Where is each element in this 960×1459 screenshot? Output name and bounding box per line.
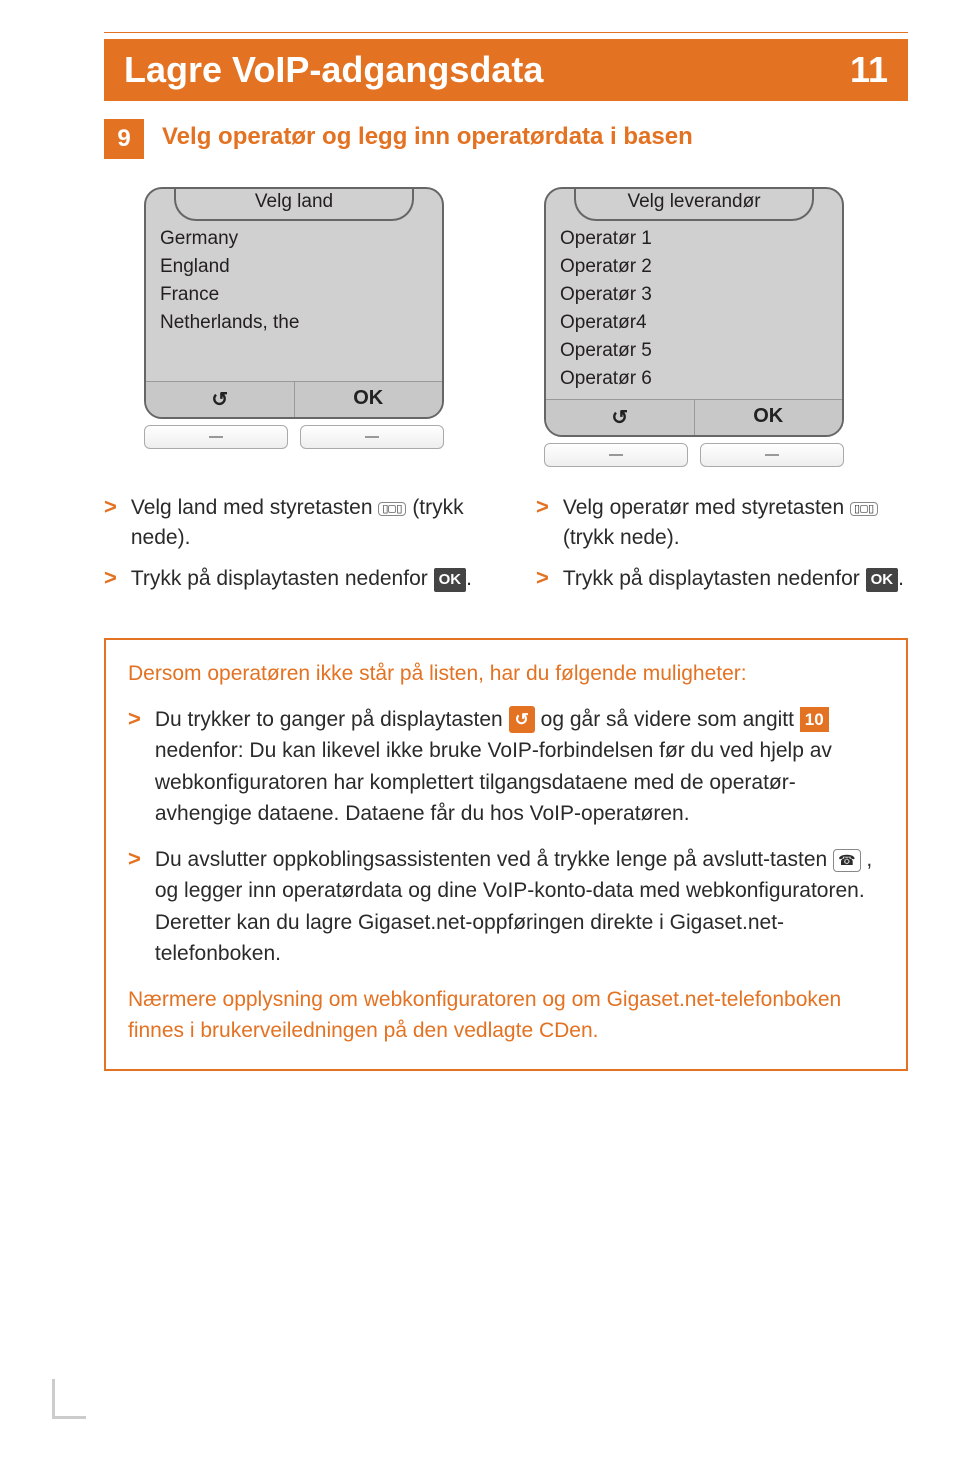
hangup-key-icon: ☎ — [833, 849, 860, 872]
text: (trykk nede). — [563, 526, 680, 549]
text: nedenfor: Du kan likevel ikke bruke VoIP… — [155, 739, 832, 825]
list-item: Operatør 3 — [560, 281, 828, 309]
nav-key-icon: ▯▯ — [850, 502, 878, 516]
instruction-text: Velg operatør med styretasten ▯▯ (trykk … — [563, 493, 908, 554]
phone-left-screen: Velg land Germany England France Netherl… — [144, 187, 444, 419]
instruction-item: > Velg operatør med styretasten ▯▯ (tryk… — [536, 493, 908, 554]
instructions-row: > Velg land med styretasten ▯▯ (trykk ne… — [104, 493, 908, 604]
phones-row: Velg land Germany England France Netherl… — [144, 187, 908, 467]
bullet-icon: > — [128, 844, 141, 970]
instruction-item: > Velg land med styretasten ▯▯ (trykk ne… — [104, 493, 476, 554]
list-item: Operatør4 — [560, 309, 828, 337]
crop-mark-icon — [52, 1379, 86, 1419]
text: Du avslutter oppkoblingsassistenten ved … — [155, 848, 833, 871]
text: . — [466, 567, 472, 590]
info-closing: Nærmere opplysning om webkonfiguratoren … — [128, 984, 884, 1047]
phone-left-softkeys: ↺ OK — [146, 381, 442, 417]
instruction-text: Trykk på displaytasten nedenfor OK. — [563, 564, 904, 594]
nav-key-icon: ▯▯ — [378, 502, 406, 516]
text: Velg operatør med styretasten — [563, 496, 850, 519]
info-bullet-text: Du trykker to ganger på displaytasten ↺ … — [155, 704, 884, 830]
bullet-icon: > — [104, 564, 117, 594]
instruction-text: Velg land med styretasten ▯▯ (trykk nede… — [131, 493, 476, 554]
text: Trykk på displaytasten nedenfor — [563, 567, 866, 590]
instruction-item: > Trykk på displaytasten nedenfor OK. — [104, 564, 476, 594]
softkey-ok: OK — [294, 382, 443, 417]
instruction-text: Trykk på displaytasten nedenfor OK. — [131, 564, 472, 594]
list-item: France — [160, 281, 428, 309]
bullet-icon: > — [536, 564, 549, 594]
hw-key — [300, 425, 444, 449]
bullet-icon: > — [104, 493, 117, 554]
step-number-badge: 9 — [104, 119, 144, 159]
step-row: 9 Velg operatør og legg inn operatørdata… — [104, 119, 908, 159]
list-item: Netherlands, the — [160, 309, 428, 337]
bullet-icon: > — [128, 704, 141, 830]
text: Trykk på displaytasten nedenfor — [131, 567, 434, 590]
text: . — [898, 567, 904, 590]
text: Du trykker to ganger på displaytasten — [155, 708, 509, 731]
info-bullet-text: Du avslutter oppkoblingsassistenten ved … — [155, 844, 884, 970]
phone-right: Velg leverandør Operatør 1 Operatør 2 Op… — [544, 187, 844, 467]
list-item: Operatør 6 — [560, 365, 828, 393]
hw-key — [700, 443, 844, 467]
instruction-item: > Trykk på displaytasten nedenfor OK. — [536, 564, 908, 594]
instructions-right: > Velg operatør med styretasten ▯▯ (tryk… — [536, 493, 908, 604]
back-badge-icon: ↺ — [509, 706, 535, 734]
phone-left-header: Velg land — [174, 187, 414, 221]
softkey-back: ↺ — [146, 382, 294, 417]
info-lead: Dersom operatøren ikke står på listen, h… — [128, 658, 884, 690]
info-bullet: > Du avslutter oppkoblingsassistenten ve… — [128, 844, 884, 970]
page-title: Lagre VoIP-adgangsdata — [124, 49, 543, 91]
list-item: England — [160, 253, 428, 281]
ok-badge: OK — [434, 568, 467, 592]
phone-left: Velg land Germany England France Netherl… — [144, 187, 444, 467]
list-item: Operatør 5 — [560, 337, 828, 365]
hw-key — [144, 425, 288, 449]
phone-right-softkeys: ↺ OK — [546, 399, 842, 435]
phone-right-header: Velg leverandør — [574, 187, 814, 221]
list-item: Operatør 1 — [560, 225, 828, 253]
text: Velg land med styretasten — [131, 496, 378, 519]
phone-right-list: Operatør 1 Operatør 2 Operatør 3 Operatø… — [546, 221, 842, 399]
top-rule — [104, 32, 908, 33]
instructions-left: > Velg land med styretasten ▯▯ (trykk ne… — [104, 493, 476, 604]
text: og går så videre som angitt — [541, 708, 800, 731]
softkey-ok: OK — [694, 400, 843, 435]
phone-right-hwkeys — [544, 443, 844, 467]
info-bullet: > Du trykker to ganger på displaytasten … — [128, 704, 884, 830]
ok-badge: OK — [866, 568, 899, 592]
phone-right-screen: Velg leverandør Operatør 1 Operatør 2 Op… — [544, 187, 844, 437]
step-ref-badge: 10 — [800, 707, 829, 733]
list-item: Germany — [160, 225, 428, 253]
hw-key — [544, 443, 688, 467]
softkey-back: ↺ — [546, 400, 694, 435]
list-item: Operatør 2 — [560, 253, 828, 281]
step-title: Velg operatør og legg inn operatørdata i… — [162, 119, 693, 151]
info-box: Dersom operatøren ikke står på listen, h… — [104, 638, 908, 1071]
phone-left-list: Germany England France Netherlands, the — [146, 221, 442, 381]
title-bar: Lagre VoIP-adgangsdata 11 — [104, 39, 908, 101]
page-number: 11 — [850, 49, 888, 91]
phone-left-hwkeys — [144, 425, 444, 449]
bullet-icon: > — [536, 493, 549, 554]
